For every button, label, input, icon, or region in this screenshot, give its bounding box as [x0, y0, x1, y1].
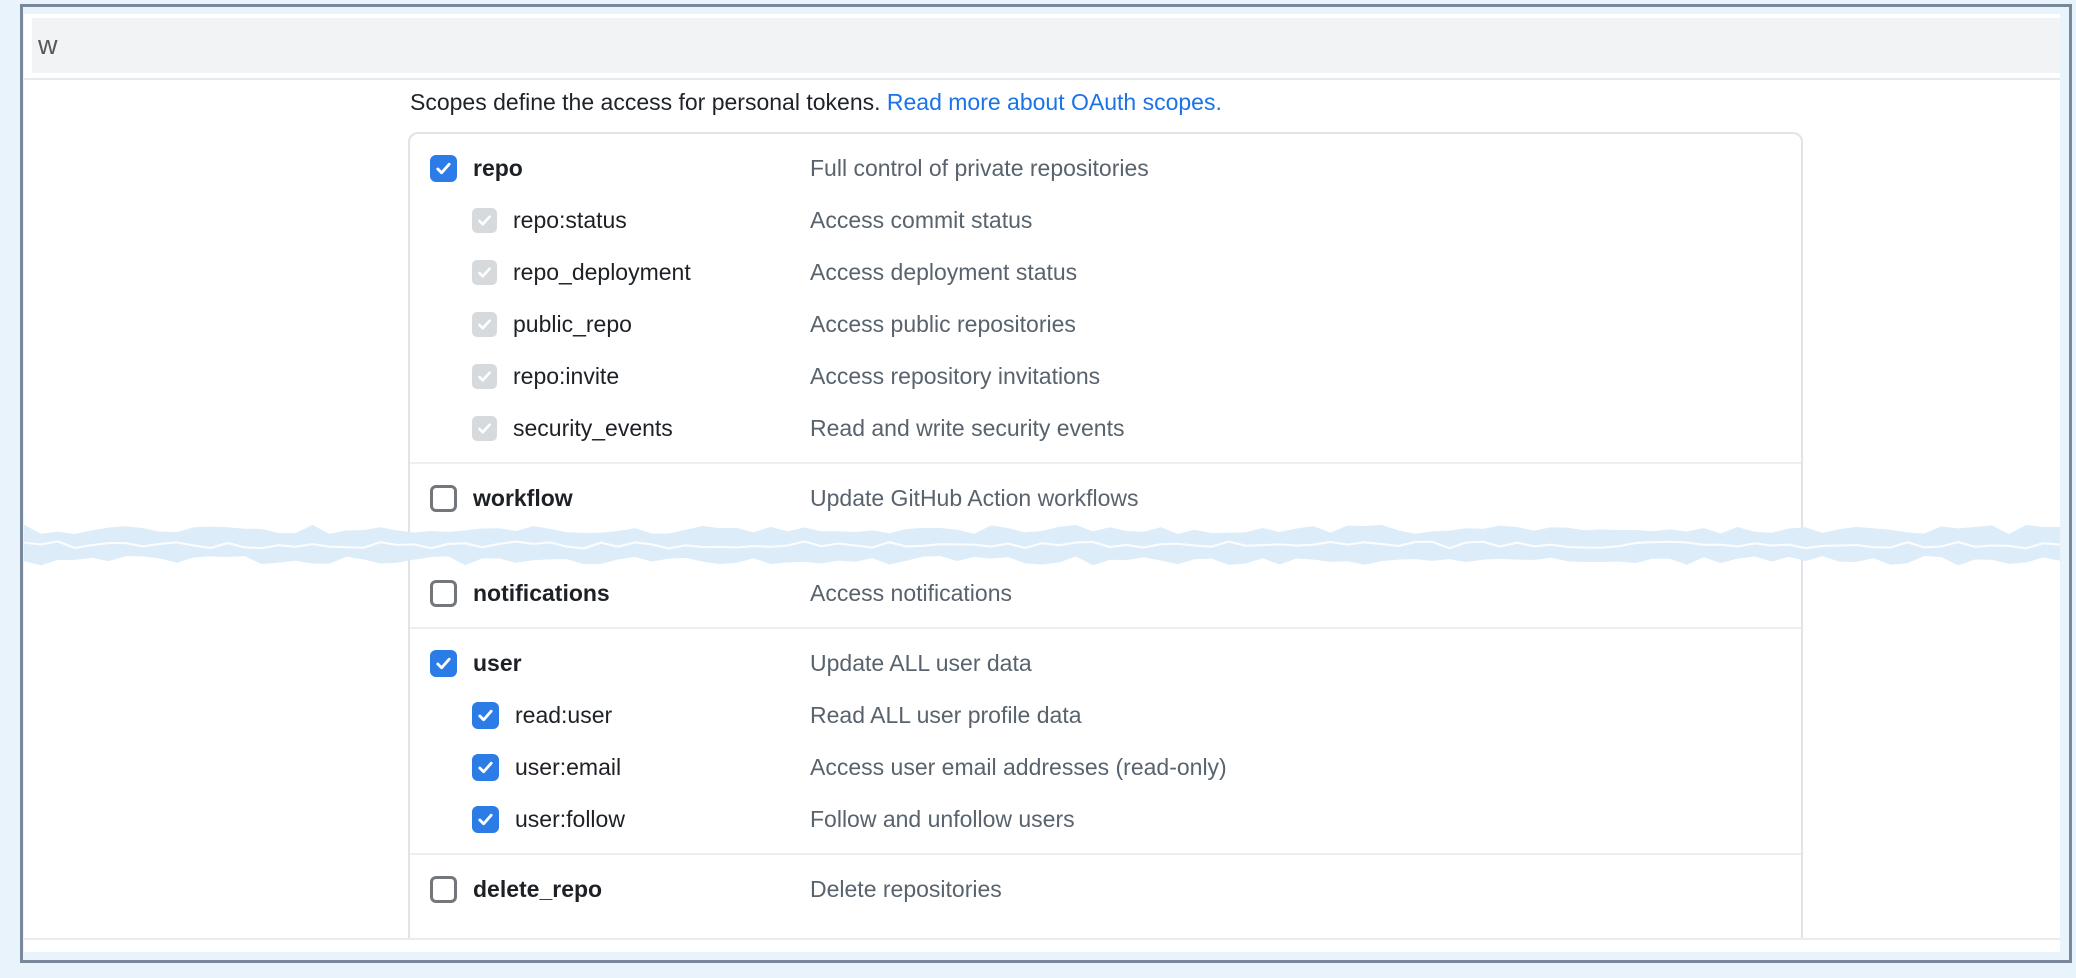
checkmark-icon — [476, 368, 493, 385]
checkbox-user:follow[interactable] — [472, 806, 499, 833]
scope-group-workflow: workflow Update GitHub Action workflows — [410, 462, 1801, 532]
checkmark-icon — [476, 420, 493, 437]
scope-label[interactable]: user:email — [515, 754, 621, 781]
scope-group-user: user Update ALL user data read:user Read… — [410, 627, 1801, 853]
toolbar: w — [32, 18, 2060, 73]
checkmark-icon — [476, 212, 493, 229]
oauth-scopes-link[interactable]: Read more about OAuth scopes. — [887, 89, 1222, 115]
scope-row[interactable]: workflow Update GitHub Action workflows — [410, 472, 1801, 524]
scope-row[interactable]: repo:invite Access repository invitation… — [410, 350, 1801, 402]
scope-row[interactable]: public_repo Access public repositories — [410, 298, 1801, 350]
scope-row-left: repo — [410, 155, 810, 182]
scopes-intro: Scopes define the access for personal to… — [408, 88, 2060, 116]
scope-row[interactable]: read:user Read ALL user profile data — [410, 689, 1801, 741]
scope-row[interactable]: repo_deployment Access deployment status — [410, 246, 1801, 298]
scope-row[interactable]: repo Full control of private repositorie… — [410, 142, 1801, 194]
scope-group-repo: repo Full control of private repositorie… — [410, 134, 1801, 462]
checkbox-repo[interactable] — [430, 155, 457, 182]
scope-row-left: read:user — [410, 702, 810, 729]
checkbox-repo:invite[interactable] — [472, 364, 497, 389]
scope-row[interactable]: notifications Access notifications — [410, 567, 1801, 619]
checkbox-delete_repo[interactable] — [430, 876, 457, 903]
scope-description: Access commit status — [810, 207, 1801, 234]
scope-label[interactable]: read:user — [515, 702, 612, 729]
scope-label[interactable]: repo:invite — [513, 363, 619, 390]
checkmark-icon — [476, 706, 495, 725]
scope-row[interactable]: delete_repo Delete repositories — [410, 863, 1801, 915]
scope-row[interactable]: user:email Access user email addresses (… — [410, 741, 1801, 793]
checkbox-public_repo[interactable] — [472, 312, 497, 337]
scope-description: Access notifications — [810, 580, 1801, 607]
checkbox-workflow[interactable] — [430, 485, 457, 512]
scope-row[interactable]: user:follow Follow and unfollow users — [410, 793, 1801, 845]
scope-label[interactable]: notifications — [473, 580, 610, 607]
scope-description: Access repository invitations — [810, 363, 1801, 390]
checkbox-security_events[interactable] — [472, 416, 497, 441]
scope-label[interactable]: repo:status — [513, 207, 627, 234]
toolbar-separator — [24, 78, 2060, 80]
scope-label[interactable]: user:follow — [515, 806, 625, 833]
scope-label[interactable]: workflow — [473, 485, 573, 512]
scope-description: Update GitHub Action workflows — [810, 485, 1801, 512]
scope-row[interactable]: repo:status Access commit status — [410, 194, 1801, 246]
scope-row-left: repo:invite — [410, 363, 810, 390]
scope-description: Read ALL user profile data — [810, 702, 1801, 729]
checkmark-icon — [476, 264, 493, 281]
checkmark-icon — [476, 810, 495, 829]
checkmark-icon — [476, 316, 493, 333]
scope-label[interactable]: delete_repo — [473, 876, 602, 903]
scope-description: Full control of private repositories — [810, 155, 1801, 182]
scope-row[interactable]: user Update ALL user data — [410, 637, 1801, 689]
checkbox-read:user[interactable] — [472, 702, 499, 729]
scope-row-left: user:email — [410, 754, 810, 781]
checkbox-repo_deployment[interactable] — [472, 260, 497, 285]
scope-row-left: public_repo — [410, 311, 810, 338]
checkmark-icon — [434, 654, 453, 673]
scope-description: Update ALL user data — [810, 650, 1801, 677]
checkbox-user:email[interactable] — [472, 754, 499, 781]
scope-description: Read and write security events — [810, 415, 1801, 442]
checkmark-icon — [476, 758, 495, 777]
scope-label[interactable]: repo_deployment — [513, 259, 691, 286]
scope-row-left: user:follow — [410, 806, 810, 833]
scopes-content: Scopes define the access for personal to… — [24, 88, 2060, 938]
scope-row-left: repo_deployment — [410, 259, 810, 286]
checkbox-notifications[interactable] — [430, 580, 457, 607]
viewport-bottom-divider — [24, 938, 2060, 940]
scope-group-notifications: notifications Access notifications — [410, 559, 1801, 627]
scope-label[interactable]: repo — [473, 155, 523, 182]
scope-row-left: user — [410, 650, 810, 677]
scope-label[interactable]: public_repo — [513, 311, 632, 338]
scope-row[interactable]: security_events Read and write security … — [410, 402, 1801, 454]
checkbox-user[interactable] — [430, 650, 457, 677]
scopes-box: repo Full control of private repositorie… — [408, 132, 1803, 938]
browser-window: w Scopes define the access for personal … — [24, 14, 2060, 952]
scope-group-delete_repo: delete_repo Delete repositories — [410, 853, 1801, 923]
scope-row-left: repo:status — [410, 207, 810, 234]
scopes-intro-text: Scopes define the access for personal to… — [410, 89, 887, 115]
toolbar-text: w — [38, 30, 58, 61]
scope-description: Access public repositories — [810, 311, 1801, 338]
scope-row-left: workflow — [410, 485, 810, 512]
scope-label[interactable]: security_events — [513, 415, 673, 442]
checkbox-repo:status[interactable] — [472, 208, 497, 233]
scope-row-left: delete_repo — [410, 876, 810, 903]
scope-label[interactable]: user — [473, 650, 522, 677]
scope-description: Follow and unfollow users — [810, 806, 1801, 833]
scope-description: Access deployment status — [810, 259, 1801, 286]
scope-description: Access user email addresses (read-only) — [810, 754, 1801, 781]
checkmark-icon — [434, 159, 453, 178]
scope-row-left: notifications — [410, 580, 810, 607]
scope-row-left: security_events — [410, 415, 810, 442]
scope-description: Delete repositories — [810, 876, 1801, 903]
